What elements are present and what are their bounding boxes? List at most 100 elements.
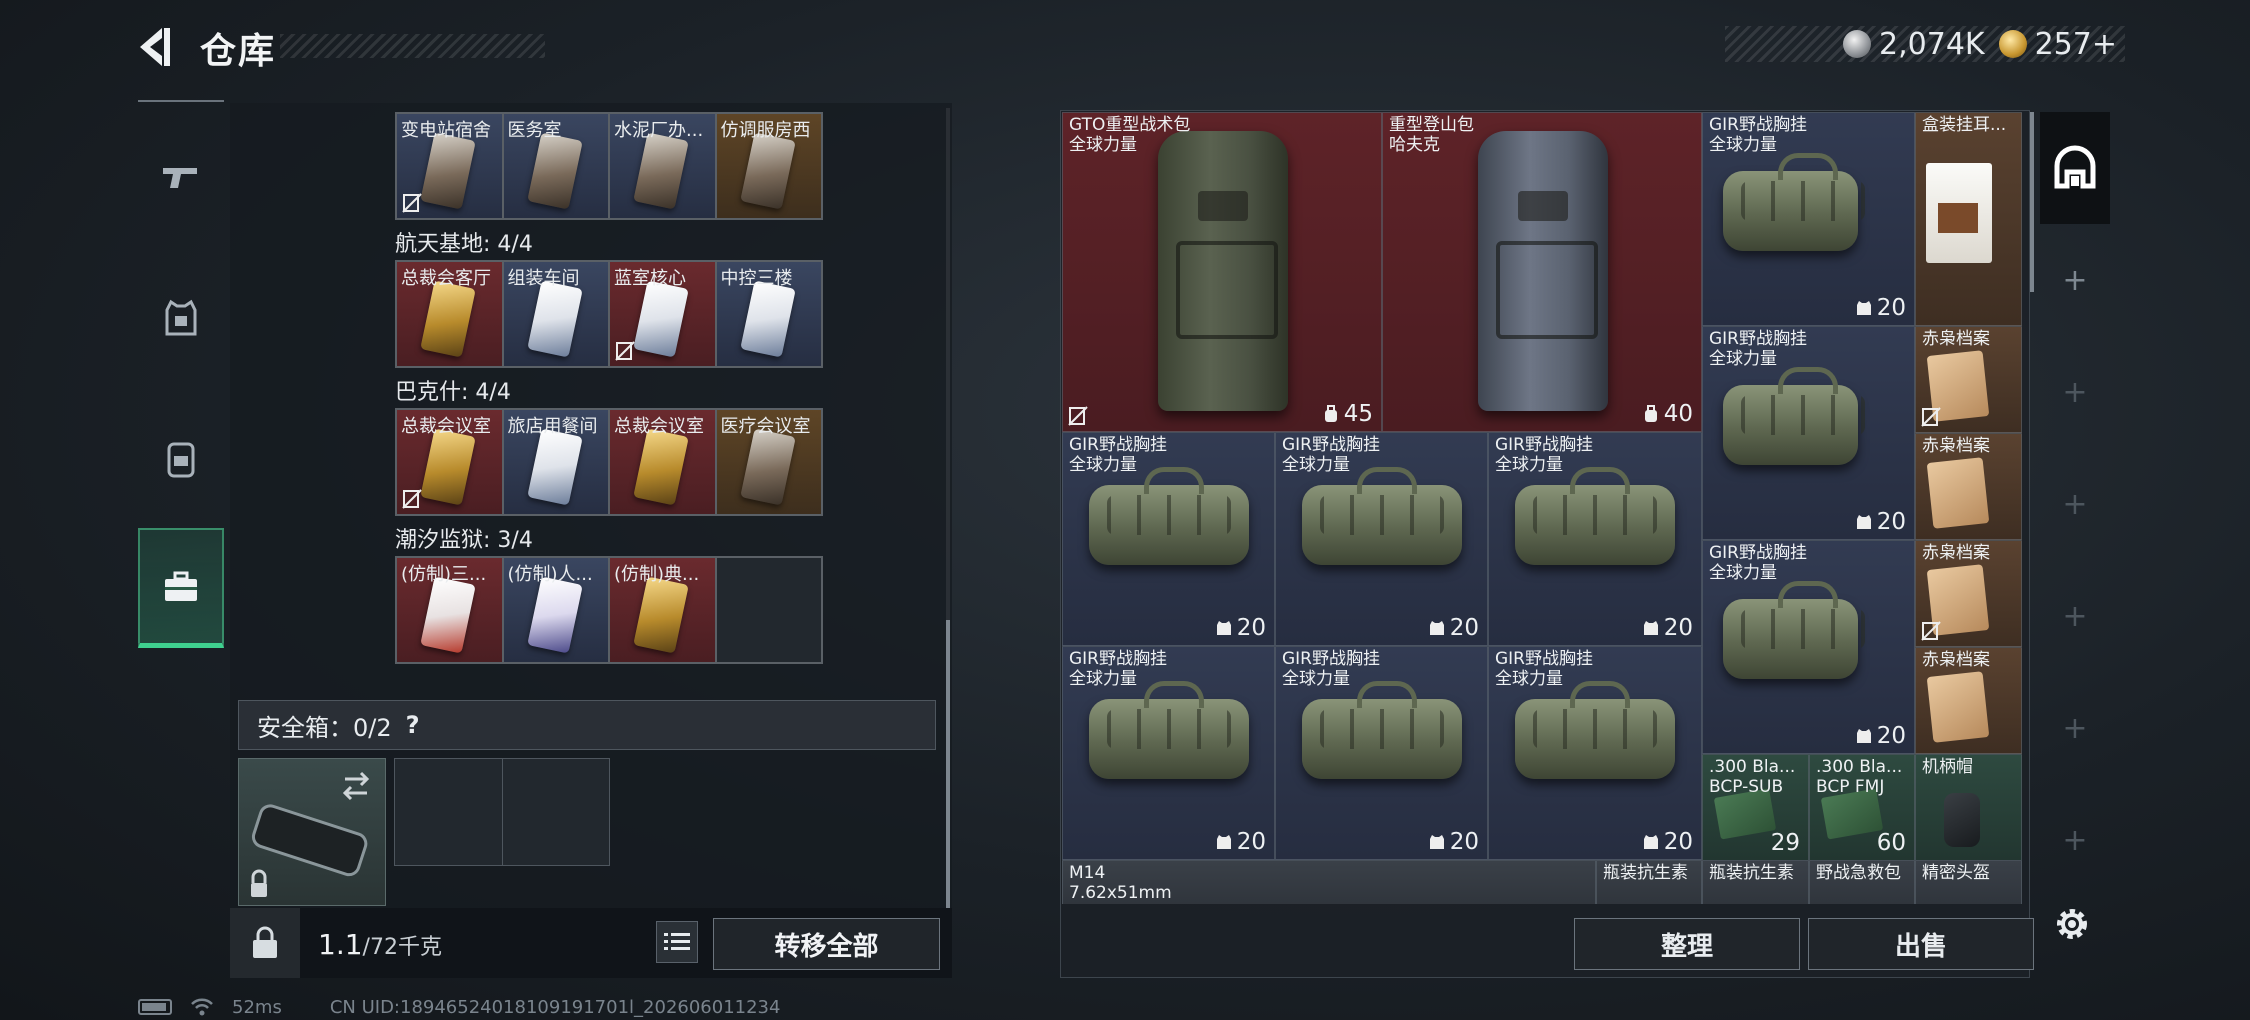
- stash-item-chest-rig[interactable]: GIR野战胸挂 全球力量 20: [1275, 646, 1488, 860]
- help-button[interactable]: ?: [406, 711, 420, 739]
- lock-button[interactable]: [230, 908, 300, 978]
- item-name: GIR野战胸挂 全球力量: [1282, 435, 1380, 475]
- stash-item-antibiotic[interactable]: 瓶装抗生素: [1702, 860, 1809, 904]
- stash-item-ammo[interactable]: .300 Bla... BCP FMJ 60: [1809, 754, 1915, 861]
- stash-item-file[interactable]: 赤枭档案: [1915, 433, 2022, 540]
- stash-item-antibiotic[interactable]: 瓶装抗生素: [1596, 860, 1702, 904]
- keycard-slot[interactable]: 中控三楼: [716, 262, 821, 366]
- capacity-icon: [1643, 621, 1658, 635]
- nav-backpacks[interactable]: [138, 398, 224, 518]
- chest-rig-image: [1723, 153, 1865, 251]
- stash-item-coffee[interactable]: 盒装挂耳...: [1915, 112, 2022, 326]
- plus-icon: +: [2062, 262, 2088, 298]
- stash-item-chest-rig[interactable]: GIR野战胸挂 全球力量 20: [1702, 540, 1915, 754]
- stash-item-cap[interactable]: 机柄帽: [1915, 754, 2022, 861]
- title-decoration: [280, 34, 545, 58]
- empty-slot[interactable]: [395, 759, 503, 865]
- cap-image: [1944, 793, 1980, 847]
- organize-button[interactable]: 整理: [1574, 918, 1800, 970]
- item-capacity: 20: [1855, 295, 1906, 321]
- empty-slot[interactable]: [503, 759, 610, 865]
- capacity-value: 45: [1343, 401, 1373, 427]
- keycard-slot[interactable]: 水泥厂办...: [610, 114, 715, 218]
- stash-item-chest-rig[interactable]: GIR野战胸挂 全球力量 20: [1488, 646, 1702, 860]
- keycard-slot[interactable]: 医疗会议室: [716, 410, 821, 514]
- keycard-icon: [526, 576, 583, 654]
- item-name: 赤枭档案: [1922, 650, 1990, 670]
- stash-item-ammo[interactable]: .300 Bla... BCP-SUB 29: [1702, 754, 1809, 861]
- back-arrow-icon: [140, 28, 170, 66]
- stash-item-chest-rig[interactable]: GIR野战胸挂 全球力量 20: [1062, 432, 1275, 646]
- keycard-slot[interactable]: 组装车间: [503, 262, 608, 366]
- stash-item-chest-rig[interactable]: GIR野战胸挂 全球力量 20: [1702, 112, 1915, 326]
- keycard-slot[interactable]: 变电站宿舍: [397, 114, 502, 218]
- nav-armor[interactable]: [138, 258, 224, 378]
- left-scrollbar-thumb[interactable]: [946, 620, 950, 908]
- chest-rig-image: [1515, 467, 1675, 565]
- keycard-slot[interactable]: 蓝室核心: [610, 262, 715, 366]
- no-bind-icon: [615, 341, 635, 361]
- chest-rig-image: [1089, 681, 1249, 779]
- keycard-slot[interactable]: 总裁会议室: [397, 410, 502, 514]
- nav-weapons[interactable]: [138, 118, 224, 238]
- gold-currency[interactable]: 257+: [1998, 27, 2117, 62]
- item-name: GIR野战胸挂 全球力量: [1495, 649, 1593, 689]
- toolbox-icon: [165, 571, 197, 601]
- gold-coin-icon: [1998, 30, 2027, 58]
- stash-grid: GTO重型战术包 全球力量 45 重型登山包 哈夫克 40 GIR野战胸挂 全球…: [1062, 112, 2022, 904]
- safebox-empty-slots[interactable]: [394, 758, 610, 866]
- capacity-value: 20: [1449, 615, 1479, 641]
- gear-icon: [2057, 909, 2087, 939]
- stash-item-file[interactable]: 赤枭档案: [1915, 647, 2022, 754]
- stash-tab-add[interactable]: +: [2040, 560, 2110, 672]
- stash-item-file[interactable]: 赤枭档案: [1915, 540, 2022, 647]
- silver-currency[interactable]: 2,074K: [1843, 27, 1985, 62]
- empty-keycard-slot[interactable]: [716, 558, 821, 662]
- nav-toolbox[interactable]: [138, 528, 224, 648]
- capacity-icon: [1216, 835, 1231, 849]
- stash-item-backpack[interactable]: 重型登山包 哈夫克 40: [1382, 112, 1702, 432]
- transfer-all-button[interactable]: 转移全部: [713, 918, 940, 970]
- item-name: GIR野战胸挂 全球力量: [1709, 329, 1807, 369]
- stash-item-chest-rig[interactable]: GIR野战胸挂 全球力量 20: [1275, 432, 1488, 646]
- list-view-button[interactable]: [656, 921, 698, 963]
- stash-item-chest-rig[interactable]: GIR野战胸挂 全球力量 20: [1488, 432, 1702, 646]
- stash-item-chest-rig[interactable]: GIR野战胸挂 全球力量 20: [1702, 326, 1915, 540]
- stash-tab-main[interactable]: [2040, 112, 2110, 224]
- keycard-icon: [633, 132, 689, 210]
- sell-button[interactable]: 出售: [1808, 918, 2034, 970]
- safebox-item[interactable]: [238, 758, 386, 906]
- keycard-slot[interactable]: 医务室: [503, 114, 608, 218]
- settings-button[interactable]: [2048, 900, 2096, 948]
- weight-value: 1.1: [318, 928, 363, 961]
- back-button[interactable]: [132, 22, 182, 72]
- keycard-slot[interactable]: (仿制)典...: [610, 558, 715, 662]
- keycard-slot[interactable]: (仿制)三...: [397, 558, 502, 662]
- stash-item-helmet[interactable]: 精密头盔: [1915, 860, 2022, 904]
- keycard-icon: [633, 576, 689, 654]
- stash-tab-add[interactable]: +: [2040, 336, 2110, 448]
- stash-tab-add[interactable]: +: [2040, 224, 2110, 336]
- keycard-slot[interactable]: (仿制)人...: [503, 558, 608, 662]
- stash-item-chest-rig[interactable]: GIR野战胸挂 全球力量 20: [1062, 646, 1275, 860]
- keycard-slot[interactable]: 仿调服房西: [716, 114, 821, 218]
- stash-item-backpack[interactable]: GTO重型战术包 全球力量 45: [1062, 112, 1382, 432]
- stash-tab-add[interactable]: +: [2040, 448, 2110, 560]
- stash-scrollbar[interactable]: [2030, 112, 2034, 292]
- capacity-value: 20: [1449, 829, 1479, 855]
- item-quantity: 29: [1770, 830, 1800, 856]
- keycard-name: 蓝室核心: [614, 268, 686, 289]
- keycard-slot[interactable]: 总裁会议室: [610, 410, 715, 514]
- stash-item-first-aid[interactable]: 野战急救包: [1809, 860, 1915, 904]
- capacity-value: 20: [1663, 829, 1693, 855]
- capacity-icon: [1429, 621, 1444, 635]
- keycard-icon: [526, 132, 583, 210]
- stash-item-rifle[interactable]: M14 7.62x51mm: [1062, 860, 1596, 904]
- keycard-icon: [420, 576, 476, 654]
- stash-item-file[interactable]: 赤枭档案: [1915, 326, 2022, 433]
- keycard-slot[interactable]: 旅店用餐间: [503, 410, 608, 514]
- stash-tab-add[interactable]: +: [2040, 784, 2110, 896]
- keycard-slot[interactable]: 总裁会客厅: [397, 262, 502, 366]
- item-capacity: 45: [1322, 401, 1373, 427]
- stash-tab-add[interactable]: +: [2040, 672, 2110, 784]
